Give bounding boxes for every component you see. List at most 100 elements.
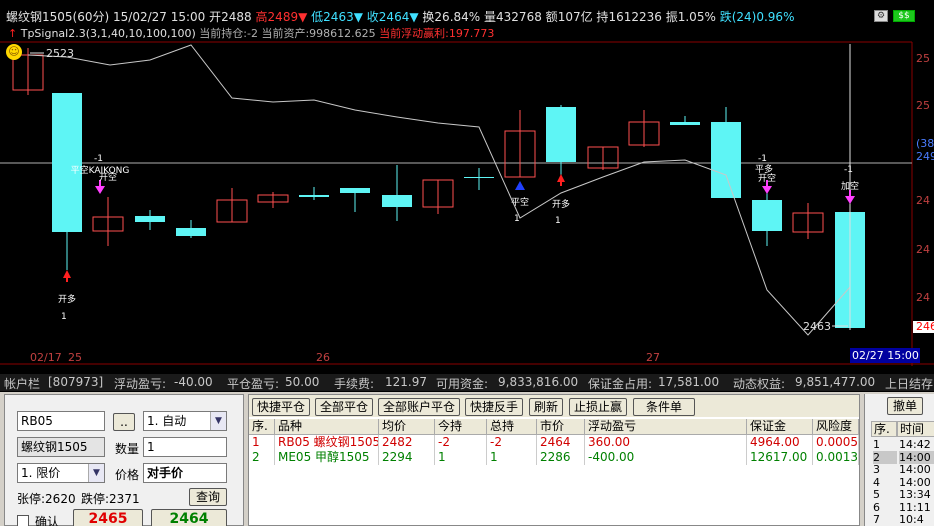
contract-name: 螺纹钢1505 [17, 437, 105, 457]
qty-input[interactable]: 1 [143, 437, 227, 457]
row-instrument: RB05 螺纹钢1505 [275, 435, 379, 450]
volume-label: 量 [484, 10, 497, 24]
candle-body [464, 177, 494, 178]
settings-icon[interactable]: ⚙ [874, 10, 888, 22]
candle-body [340, 188, 370, 193]
browse-button[interactable]: .. [113, 413, 135, 431]
conditional-order-button[interactable]: 条件单 [633, 398, 695, 416]
col-header[interactable]: 保证金 [747, 419, 813, 435]
avail-label: 可用资金: [436, 377, 489, 391]
signal-count: -1 [844, 165, 853, 175]
query-button[interactable]: 查询 [189, 488, 227, 506]
bottom-panels: RB05 .. 1. 自动 ▼ 螺纹钢1505 数量 1 1. 限价 ▼ 价格 对手… [0, 392, 934, 526]
refresh-button[interactable]: 刷新 [529, 398, 563, 416]
down-arrow-icon: ▼ [409, 10, 419, 24]
col-header[interactable]: 风险度 [813, 419, 859, 435]
confirm-checkbox[interactable] [17, 515, 29, 526]
axis-tick-label: (384 [916, 137, 934, 150]
amount-label: 额 [545, 10, 558, 24]
assets-label: 当前资产: [261, 27, 310, 40]
turnover-value: 26.84% [434, 10, 481, 24]
col-header[interactable]: 品种 [275, 419, 379, 435]
trade-icon[interactable]: $$ [893, 10, 915, 22]
assets-value: 998612.625 [309, 27, 376, 40]
position-value: -2 [246, 27, 258, 40]
x-axis-label: 02/17 [30, 351, 62, 364]
row-total-pos: -2 [487, 435, 537, 450]
chart-canvas[interactable]: 2523 2463 25 25 (384249 24 24 24 246 02/17 25 26 27 0… [0, 0, 934, 366]
axis-tick-label: 25 [916, 52, 930, 65]
buy-arrow-icon [63, 270, 71, 282]
trade-index: 4 [873, 475, 880, 489]
sell-arrow-icon [95, 186, 105, 194]
sell-button[interactable]: 2464 [151, 509, 227, 526]
margin-label: 保证金占用: [588, 377, 653, 391]
low-price-label: 2463 [803, 320, 831, 333]
trading-app: 252324632525(38424924242424602/172526270… [0, 0, 934, 526]
quick-reverse-button[interactable]: 快捷反手 [465, 398, 523, 416]
mode-select[interactable]: 1. 自动 ▼ [143, 411, 227, 431]
buy-button[interactable]: 2465 [73, 509, 143, 526]
candle-body [711, 122, 741, 198]
high-label: 高 [255, 10, 268, 24]
trade-time: 14:00 [899, 450, 934, 464]
float-value: 197.773 [448, 27, 495, 40]
qty-label: 数量 [115, 442, 140, 456]
col-header[interactable]: 浮动盈亏 [585, 419, 747, 435]
quick-close-button[interactable]: 快捷平仓 [252, 398, 310, 416]
col-header[interactable]: 序. [249, 419, 275, 435]
trade-time: 11:11 [899, 500, 931, 514]
amp-label: 振 [665, 10, 678, 24]
row-today-pos: -2 [435, 435, 487, 450]
signal-label: 开多 [58, 293, 76, 305]
axis-tick-label: 24 [916, 243, 930, 256]
close-all-accounts-button[interactable]: 全部账户平仓 [378, 398, 460, 416]
chevron-down-icon[interactable]: ▼ [210, 412, 226, 430]
signal-label: 开空 [99, 171, 117, 183]
close-pl-value: 50.00 [285, 375, 320, 389]
col-header[interactable]: 今持 [435, 419, 487, 435]
limit-up: 张停:2620 [17, 492, 76, 506]
mode-value: 1. 自动 [147, 414, 187, 428]
datetime-label: 15/02/27 15:00 [113, 10, 206, 24]
col-header[interactable]: 均价 [379, 419, 435, 435]
close-label: 收 [366, 10, 379, 24]
cancel-order-button[interactable]: 撤单 [887, 397, 923, 415]
change-label: 跌 [719, 10, 732, 24]
prev-balance-label: 上日结存 [885, 377, 934, 391]
candle-body [382, 195, 412, 207]
candle-body [752, 200, 782, 231]
contract-code-input[interactable]: RB05 [17, 411, 105, 431]
chevron-down-icon[interactable]: ▼ [88, 464, 104, 482]
table-row[interactable]: 2 ME05 甲醇1505 2294 1 1 2286 -400.00 1261… [249, 450, 859, 465]
col-header[interactable]: 序. [871, 421, 897, 437]
trade-time: 10:4 [899, 513, 924, 526]
indicator-name[interactable]: TpSignal2.3(3,1,40,10,100,100) [21, 27, 196, 40]
positions-panel: 快捷平仓 全部平仓 全部账户平仓 快捷反手 刷新 止损止赢 条件单 序. 品种 … [248, 394, 860, 526]
price-type-select[interactable]: 1. 限价 ▼ [17, 463, 105, 483]
axis-tick-label: 246 [916, 320, 934, 333]
stop-loss-button[interactable]: 止损止赢 [569, 398, 627, 416]
price-input[interactable]: 对手价 [143, 463, 227, 483]
table-row[interactable]: 1 RB05 螺纹钢1505 2482 -2 -2 2464 360.00 49… [249, 435, 859, 450]
axis-tick-label: 24 [916, 291, 930, 304]
equity-label: 动态权益: [733, 377, 786, 391]
axis-tick-label: 249 [916, 150, 934, 163]
equity-value: 9,851,477.00 [795, 375, 876, 389]
col-header[interactable]: 市价 [537, 419, 585, 435]
close-all-button[interactable]: 全部平仓 [315, 398, 373, 416]
limit-down: 跌停:2371 [81, 492, 140, 506]
kline-chart[interactable]: 2523 2463 25 25 (384249 24 24 24 246 02/17 25 26 27 0… [0, 0, 934, 366]
positions-toolbar: 快捷平仓 全部平仓 全部账户平仓 快捷反手 刷新 止损止赢 条件单 [249, 395, 859, 417]
cursor-time-label: 02/27 15:00 [852, 349, 919, 362]
col-header[interactable]: 时间 [897, 421, 934, 437]
account-bar: 帐户栏 [807973] 浮动盈亏: -40.00 平仓盈亏: 50.00 手续… [0, 374, 934, 391]
candle-body [670, 122, 700, 125]
price-type-value: 1. 限价 [21, 466, 61, 480]
col-header[interactable]: 总持 [487, 419, 537, 435]
low-label: 低 [311, 10, 324, 24]
signal-count: 1 [555, 216, 561, 226]
signal-count: 1 [61, 312, 67, 322]
account-bar-title: 帐户栏 [4, 377, 41, 391]
float-pl-label: 浮动盈亏: [114, 377, 167, 391]
